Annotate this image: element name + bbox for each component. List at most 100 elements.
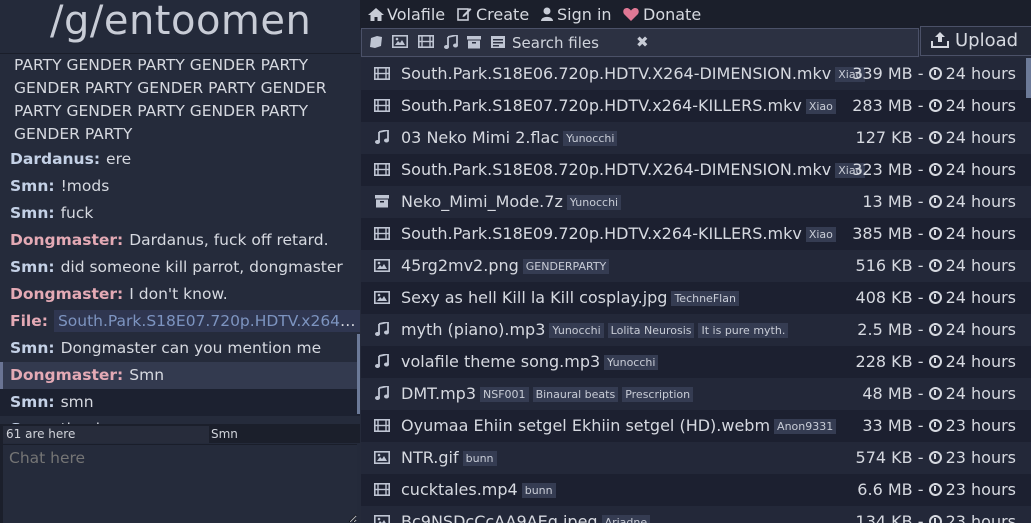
file-row[interactable]: Oyumaa Ehiin setgel Ekhiin setgel (HD).w… bbox=[361, 410, 1031, 442]
upload-button[interactable]: Upload bbox=[920, 26, 1031, 56]
chat-nick[interactable]: Smn: bbox=[10, 204, 55, 222]
file-size: 339 MB bbox=[852, 64, 913, 83]
file-tag[interactable]: bunn bbox=[462, 451, 497, 466]
file-ttl: 23 hours bbox=[945, 512, 1016, 523]
file-row[interactable]: cucktales.mp4 bunn 6.6 MB - 23 hours bbox=[361, 474, 1031, 506]
file-name[interactable]: myth (piano).mp3 bbox=[401, 320, 545, 339]
file-row[interactable]: myth (piano).mp3 Yunocchi Lolita Neurosis I… bbox=[361, 314, 1031, 346]
file-tag[interactable]: Yunocchi bbox=[566, 195, 622, 210]
file-name[interactable]: Sexy as hell Kill la Kill cosplay.jpg bbox=[401, 288, 667, 307]
file-name[interactable]: volafile theme song.mp3 bbox=[401, 352, 600, 371]
file-list-scrollbar[interactable] bbox=[1026, 58, 1031, 98]
chat-nick[interactable]: Smn: bbox=[10, 339, 55, 357]
file-name[interactable]: cucktales.mp4 bbox=[401, 480, 518, 499]
file-tag[interactable]: It is pure myth. bbox=[698, 323, 789, 338]
file-name[interactable]: South.Park.S18E06.720p.HDTV.X264-DIMENSI… bbox=[401, 64, 831, 83]
film-icon bbox=[373, 410, 391, 442]
video-filter-icon[interactable] bbox=[418, 35, 434, 51]
image-icon bbox=[373, 442, 391, 474]
file-tag[interactable]: Yunocchi bbox=[549, 323, 604, 338]
chat-log[interactable]: PARTY GENDER PARTY GENDER PARTY GENDER P… bbox=[0, 53, 360, 424]
file-name[interactable]: Neko_Mimi_Mode.7z bbox=[401, 192, 563, 211]
file-tag[interactable]: Ariadne bbox=[601, 515, 651, 523]
nav-create[interactable]: Create bbox=[457, 5, 529, 24]
room-title: /g/entoomen bbox=[50, 0, 312, 44]
nav-signin[interactable]: Sign in bbox=[541, 5, 612, 24]
chat-nick[interactable]: Smn: bbox=[10, 393, 55, 411]
nav-volafile[interactable]: Volafile bbox=[368, 5, 445, 24]
file-row[interactable]: 03 Neko Mimi 2.flac Yunocchi 127 KB - 24 h… bbox=[361, 122, 1031, 154]
file-tag[interactable]: NSF001 bbox=[480, 387, 529, 402]
file-ttl: 24 hours bbox=[945, 192, 1016, 211]
image-filter-icon[interactable] bbox=[392, 35, 408, 51]
volafile-room: /g/entoomen PARTY GENDER PARTY GENDER PA… bbox=[0, 0, 1031, 523]
file-tag[interactable]: Yunocchi bbox=[604, 355, 659, 370]
chat-input[interactable] bbox=[3, 444, 357, 523]
file-name[interactable]: Bc9NSDcCcAA9AEg.jpeg bbox=[401, 512, 598, 523]
chat-nick[interactable]: Smn: bbox=[10, 177, 55, 195]
nav-donate[interactable]: Donate bbox=[623, 5, 701, 24]
music-icon bbox=[373, 378, 391, 410]
file-row[interactable]: Sexy as hell Kill la Kill cosplay.jpg Tec… bbox=[361, 282, 1031, 314]
book-filter-icon[interactable] bbox=[368, 35, 384, 51]
chat-text: did someone kill parrot, dongmaster bbox=[60, 258, 343, 276]
chat-nick[interactable]: Dongmaster: bbox=[10, 366, 123, 384]
file-name[interactable]: DMT.mp3 bbox=[401, 384, 476, 403]
archive-filter-icon[interactable] bbox=[466, 35, 482, 51]
file-tag[interactable]: Yunocchi bbox=[563, 131, 618, 146]
chat-nick[interactable]: Smn: bbox=[10, 258, 55, 276]
file-row[interactable]: South.Park.S18E06.720p.HDTV.X264-DIMENSI… bbox=[361, 58, 1031, 90]
audio-filter-icon[interactable] bbox=[443, 33, 459, 51]
file-tag[interactable]: Prescription bbox=[622, 387, 694, 402]
chat-nick[interactable]: Dongmaster: bbox=[10, 285, 123, 303]
meta-separator: - bbox=[912, 480, 929, 499]
file-row[interactable]: 45rg2mv2.png GENDERPARTY 516 KB - 24 hours bbox=[361, 250, 1031, 282]
file-tag[interactable]: Binaural beats bbox=[532, 387, 619, 402]
file-row[interactable]: DMT.mp3 NSF001 Binaural beats Prescription 4… bbox=[361, 378, 1031, 410]
file-tag[interactable]: Anon9331 bbox=[774, 419, 837, 434]
file-tag[interactable]: Lolita Neurosis bbox=[607, 323, 695, 338]
file-tag[interactable]: GENDERPARTY bbox=[522, 259, 610, 274]
chat-nick[interactable]: Dongmaster: bbox=[10, 231, 123, 249]
chat-nick[interactable]: File: bbox=[10, 312, 48, 330]
clock-icon bbox=[928, 259, 942, 272]
nav-create-label: Create bbox=[476, 5, 530, 24]
file-name[interactable]: NTR.gif bbox=[401, 448, 459, 467]
chat-scrollbar[interactable] bbox=[357, 334, 360, 414]
file-name[interactable]: 03 Neko Mimi 2.flac bbox=[401, 128, 559, 147]
user-nick[interactable]: Smn bbox=[211, 426, 238, 443]
file-tag[interactable]: bunn bbox=[521, 483, 556, 498]
film-icon bbox=[373, 58, 391, 90]
file-list[interactable]: South.Park.S18E06.720p.HDTV.X264-DIMENSI… bbox=[361, 58, 1031, 523]
file-row[interactable]: South.Park.S18E09.720p.HDTV.x264-KILLERS… bbox=[361, 218, 1031, 250]
file-size: 516 KB bbox=[855, 256, 913, 275]
file-meta: 134 KB - 23 hours bbox=[856, 506, 1016, 523]
file-meta: 228 KB - 24 hours bbox=[856, 346, 1016, 378]
chat-file-link[interactable]: South.Park.S18E07.720p.HDTV.x264-KILLERS… bbox=[53, 310, 360, 332]
close-icon[interactable]: ✖ bbox=[636, 33, 649, 51]
search-input[interactable] bbox=[512, 31, 632, 54]
file-row[interactable]: Bc9NSDcCcAA9AEg.jpeg Ariadne 134 KB - 23 h… bbox=[361, 506, 1031, 523]
file-tag[interactable]: TechneFlan bbox=[671, 291, 739, 306]
file-name[interactable]: Oyumaa Ehiin setgel Ekhiin setgel (HD).w… bbox=[401, 416, 770, 435]
file-row[interactable]: South.Park.S18E07.720p.HDTV.x264-KILLERS… bbox=[361, 90, 1031, 122]
file-ttl: 24 hours bbox=[945, 160, 1016, 179]
file-name-cell: Neko_Mimi_Mode.7z Yunocchi bbox=[401, 186, 622, 218]
file-row[interactable]: Neko_Mimi_Mode.7z Yunocchi 13 MB - 24 hour… bbox=[361, 186, 1031, 218]
file-name[interactable]: South.Park.S18E08.720p.HDTV.X264-DIMENSI… bbox=[401, 160, 831, 179]
chat-nick[interactable]: Dardanus: bbox=[10, 150, 100, 168]
user-count[interactable]: 61 are here bbox=[3, 426, 209, 443]
file-name[interactable]: South.Park.S18E07.720p.HDTV.x264-KILLERS… bbox=[401, 96, 802, 115]
file-tag[interactable]: Xiao bbox=[805, 227, 836, 242]
clock-icon bbox=[928, 451, 942, 464]
file-row[interactable]: South.Park.S18E08.720p.HDTV.X264-DIMENSI… bbox=[361, 154, 1031, 186]
file-row[interactable]: NTR.gif bunn 574 KB - 23 hours bbox=[361, 442, 1031, 474]
file-name[interactable]: South.Park.S18E09.720p.HDTV.x264-KILLERS… bbox=[401, 224, 802, 243]
file-name[interactable]: 45rg2mv2.png bbox=[401, 256, 519, 275]
file-row[interactable]: volafile theme song.mp3 Yunocchi 228 KB - … bbox=[361, 346, 1031, 378]
file-tag[interactable]: Xiao bbox=[805, 99, 836, 114]
clock-icon bbox=[928, 483, 942, 496]
image-icon bbox=[373, 250, 391, 282]
nav-signin-label: Sign in bbox=[557, 5, 612, 24]
other-filter-icon[interactable] bbox=[490, 35, 506, 51]
